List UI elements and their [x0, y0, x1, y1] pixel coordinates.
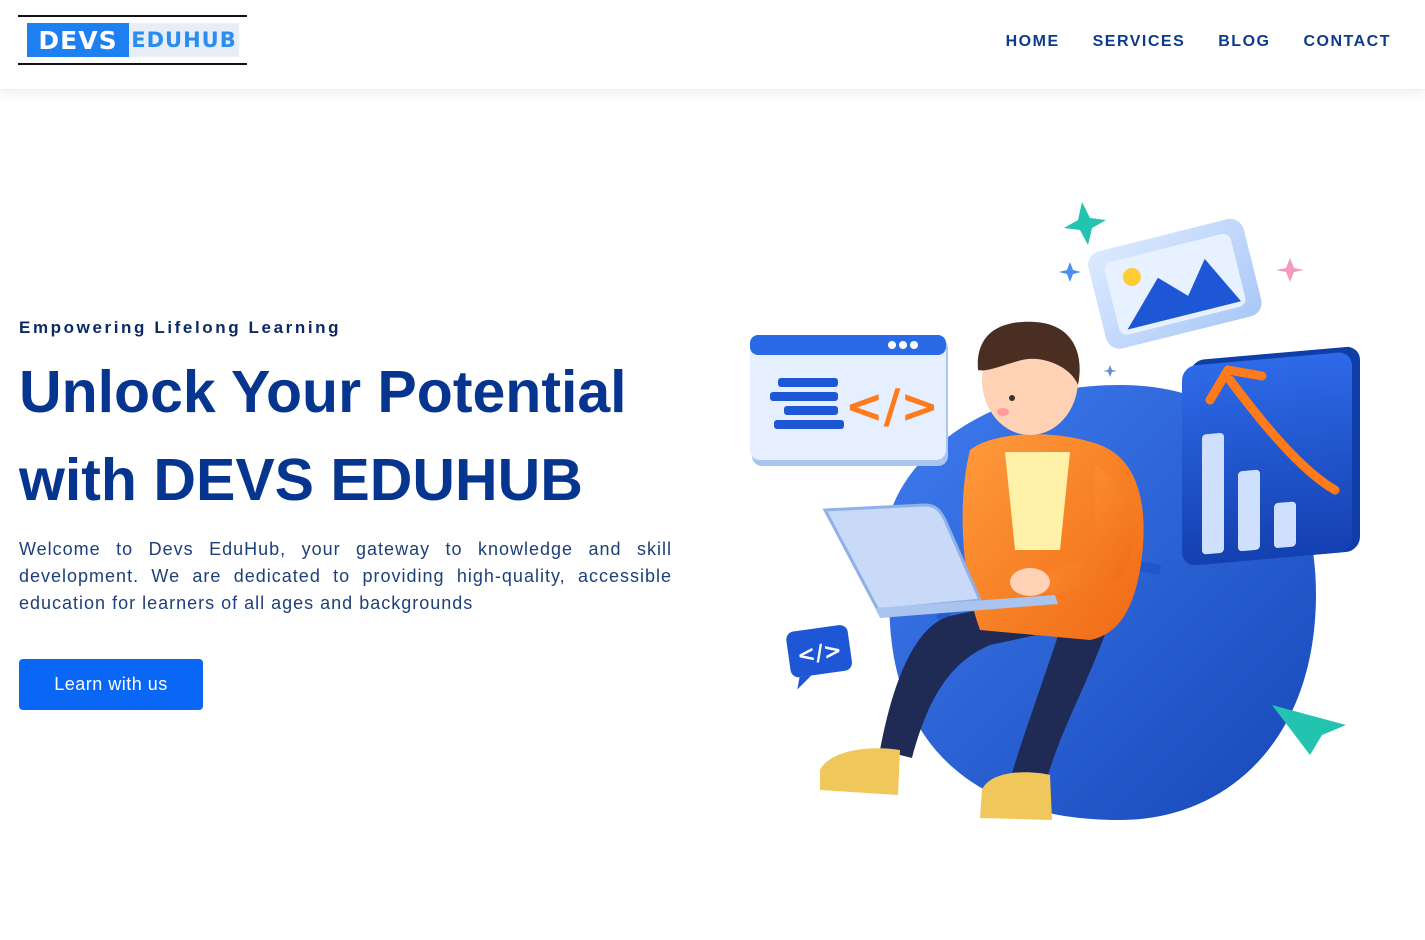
- logo-eduhub-text: EDUHUB: [129, 23, 239, 57]
- main-nav: HOME SERVICES BLOG CONTACT: [1006, 33, 1391, 51]
- hero-title-line2: with DEVS EDUHUB: [19, 447, 583, 513]
- hero-title: Unlock Your Potential with DEVS EDUHUB: [19, 348, 699, 524]
- pink-sparkle-icon: [1276, 258, 1304, 282]
- small-sparkle-icon: [1103, 365, 1117, 377]
- paper-plane-icon: [1272, 705, 1346, 755]
- hero-eyebrow: Empowering Lifelong Learning: [19, 318, 342, 337]
- nav-contact-link[interactable]: CONTACT: [1303, 33, 1391, 51]
- chart-panel-icon: [1182, 346, 1360, 566]
- blue-sparkle-icon: [1059, 262, 1081, 282]
- code-bubble-icon: </>: [786, 625, 853, 690]
- nav-home-link[interactable]: HOME: [1006, 33, 1060, 51]
- code-window-icon: </>: [750, 335, 948, 466]
- learn-with-us-button[interactable]: Learn with us: [19, 659, 203, 710]
- nav-blog-link[interactable]: BLOG: [1218, 33, 1270, 51]
- nav-services-link[interactable]: SERVICES: [1093, 33, 1186, 51]
- code-window-symbol: </>: [845, 379, 939, 433]
- hero-title-line1: Unlock Your Potential: [19, 359, 627, 425]
- left-shoe: [820, 748, 900, 795]
- teal-star-icon: [1064, 202, 1106, 245]
- logo-devs-text: DEVS: [27, 23, 129, 57]
- site-header: DEVS EDUHUB HOME SERVICES BLOG CONTACT: [0, 0, 1425, 90]
- site-logo[interactable]: DEVS EDUHUB: [18, 15, 247, 65]
- hero-illustration: </> </>: [750, 202, 1360, 820]
- image-card-icon: [1088, 218, 1262, 349]
- hero-description: Welcome to Devs EduHub, your gateway to …: [19, 539, 672, 613]
